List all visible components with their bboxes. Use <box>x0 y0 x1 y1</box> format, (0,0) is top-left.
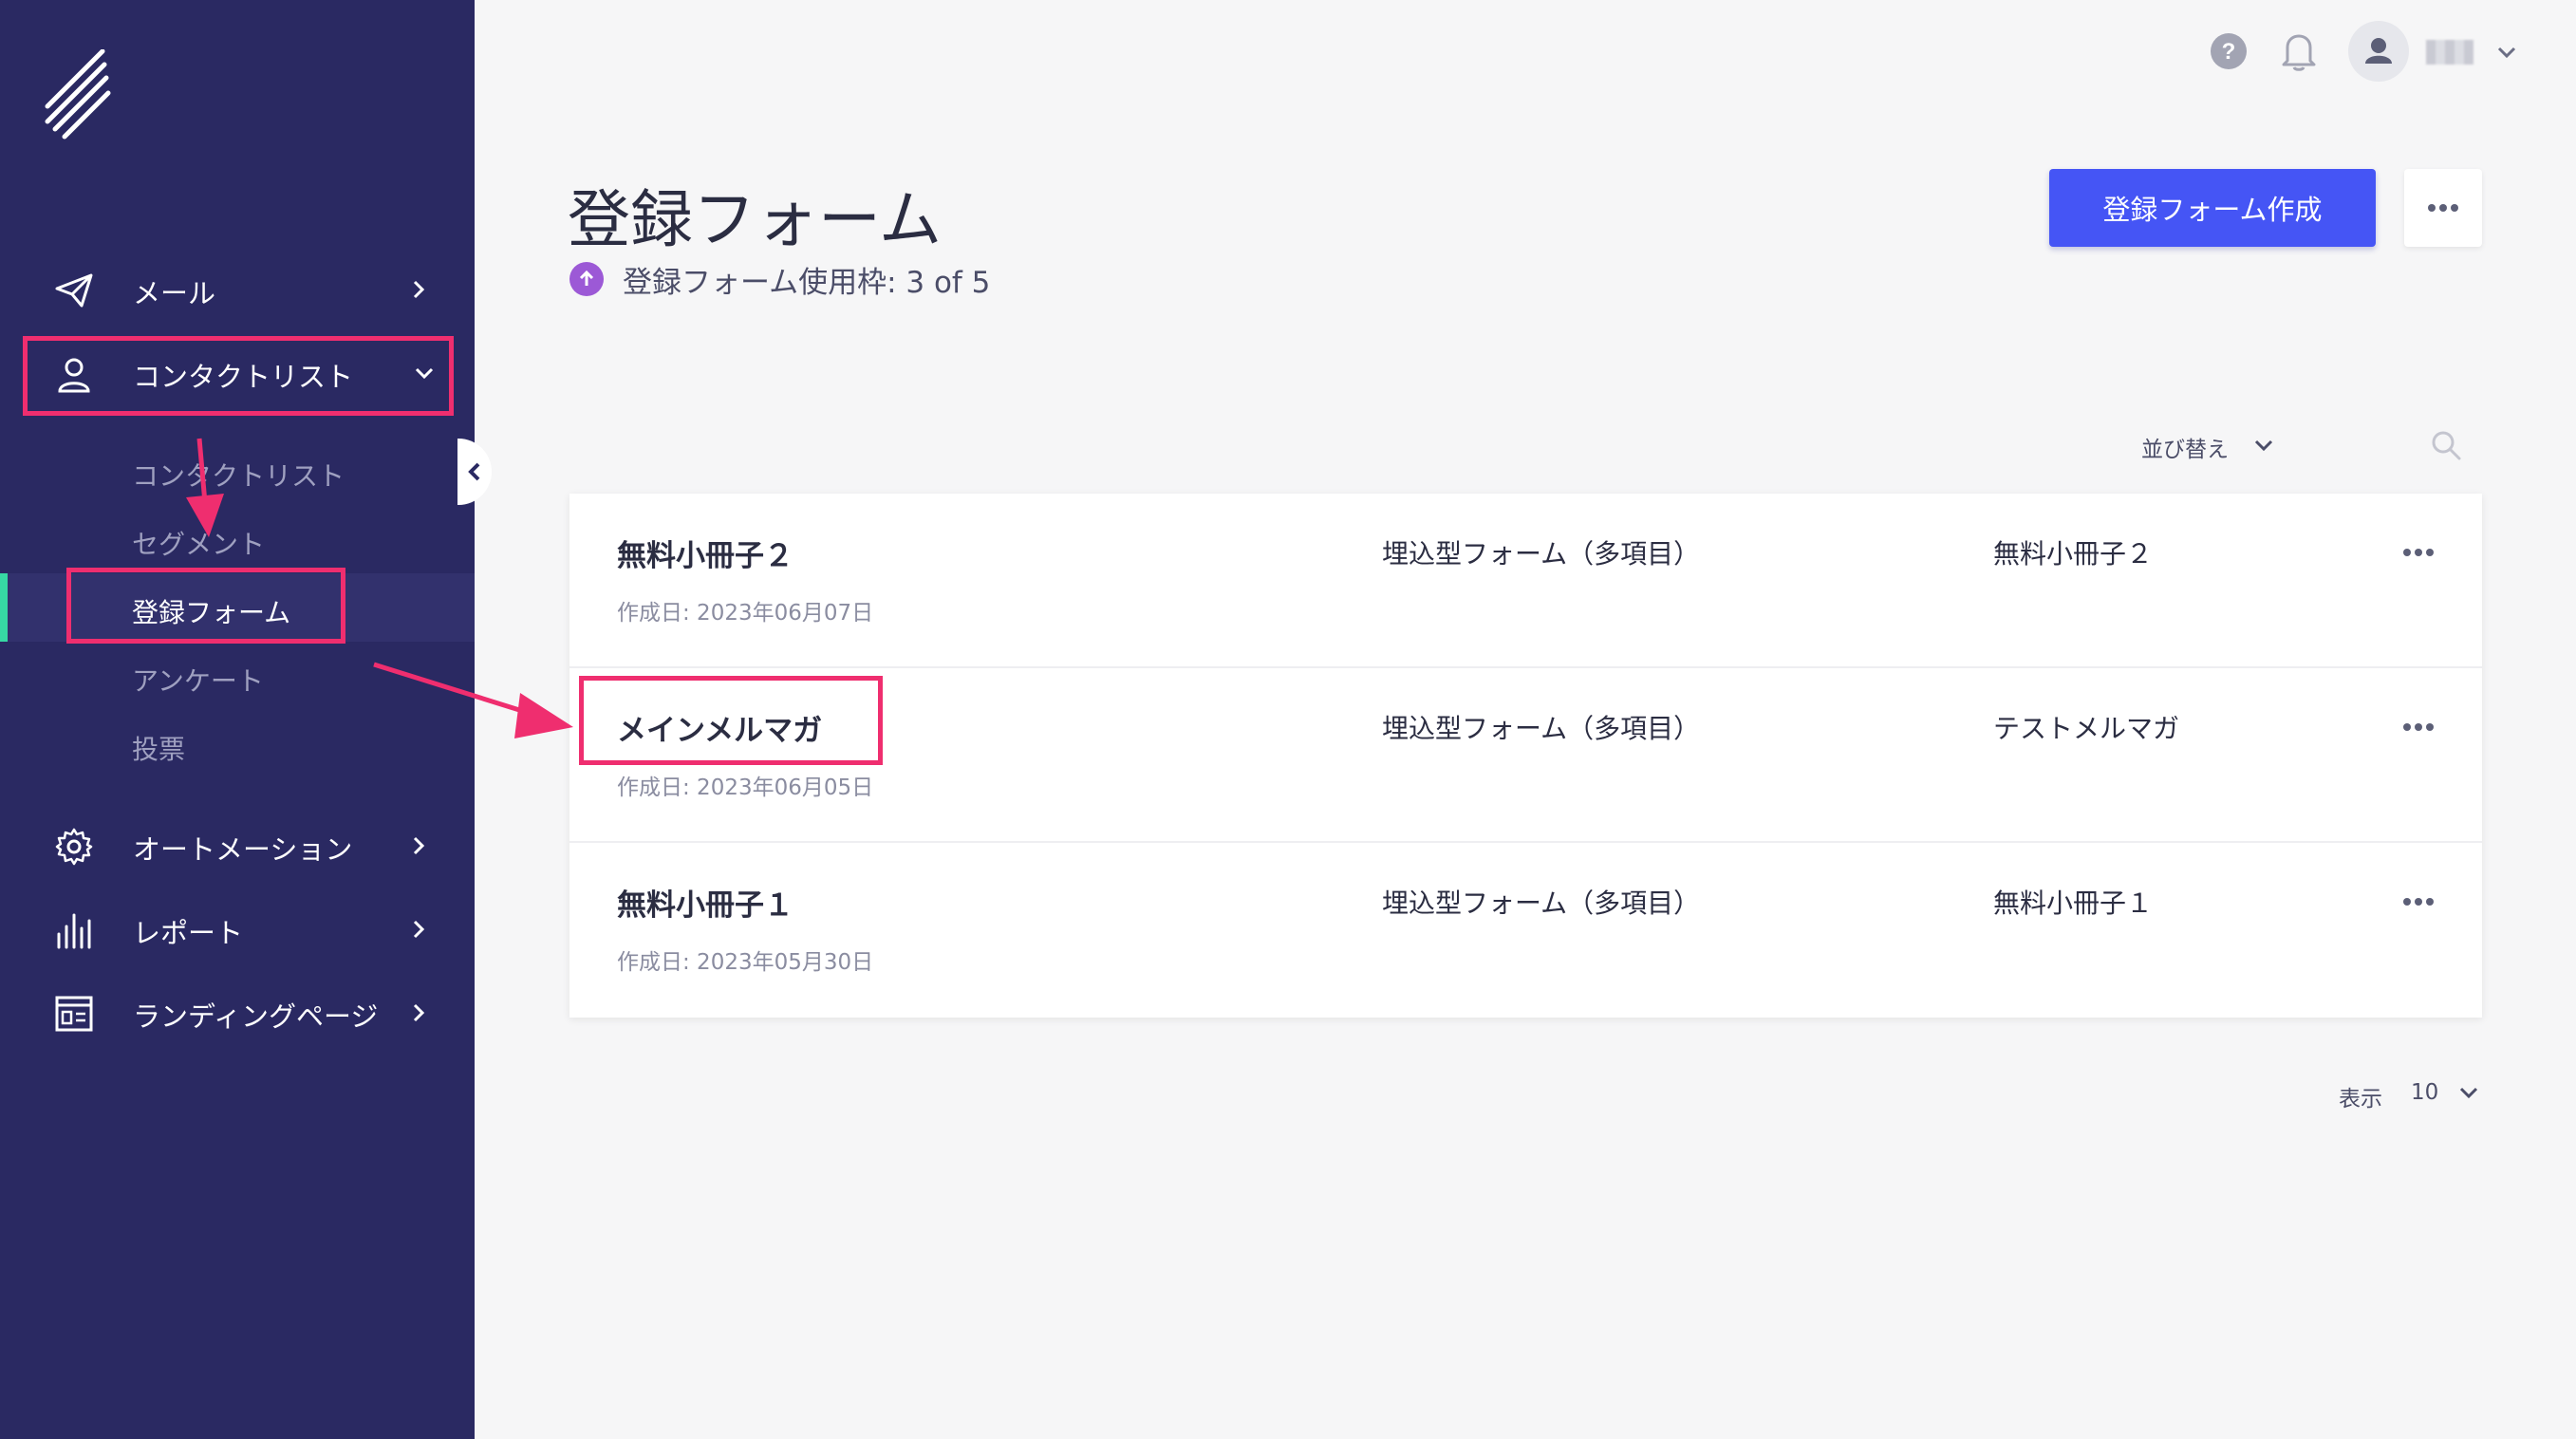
sub-label-contact-list: コンタクトリスト <box>132 460 345 492</box>
app: メール コンタクトリスト コンタクトリスト セグメント 登録フォーム アンケート… <box>0 0 2576 1439</box>
ellipsis-icon <box>2403 723 2434 731</box>
chevron-right-icon <box>413 920 425 939</box>
nav-label-landing-page: ランディングページ <box>133 1000 379 1033</box>
annotation-box-form-name <box>579 676 883 765</box>
form-name[interactable]: 無料小冊子２ <box>617 532 793 574</box>
nav-label-report: レポート <box>133 917 244 949</box>
table-row[interactable]: 無料小冊子１ 作成日: 2023年05月30日 埋込型フォーム（多項目） 無料小… <box>569 843 2482 1018</box>
landing-page-icon <box>55 996 93 1032</box>
bell-icon[interactable] <box>2280 30 2318 72</box>
user-name-redacted[interactable] <box>2426 40 2473 65</box>
nav-item-automation[interactable]: オートメーション <box>0 811 475 879</box>
sidebar-collapse-button[interactable] <box>457 439 492 505</box>
annotation-box-contact-list <box>23 336 454 416</box>
ellipsis-icon <box>2403 549 2434 556</box>
chevron-down-icon[interactable] <box>2494 40 2519 65</box>
avatar[interactable] <box>2348 21 2409 82</box>
form-list: 無料小冊子１ <box>1993 888 2154 919</box>
annotation-box-signup-form <box>66 568 345 644</box>
gear-icon <box>55 828 93 866</box>
row-more-button[interactable] <box>2398 706 2439 748</box>
form-created-date: 作成日: 2023年06月07日 <box>617 601 874 626</box>
row-more-button[interactable] <box>2398 532 2439 573</box>
sub-item-survey[interactable]: アンケート <box>0 642 475 710</box>
table-row[interactable]: 無料小冊子２ 作成日: 2023年06月07日 埋込型フォーム（多項目） 無料小… <box>569 494 2482 668</box>
search-icon[interactable] <box>2430 429 2462 461</box>
page-title: 登録フォーム <box>568 183 943 256</box>
form-created-date: 作成日: 2023年05月30日 <box>617 950 874 975</box>
sub-item-vote[interactable]: 投票 <box>0 710 475 778</box>
chevron-right-icon <box>413 836 425 855</box>
sort-button[interactable]: 並び替え <box>2141 431 2229 463</box>
sub-item-segment[interactable]: セグメント <box>0 505 475 573</box>
chevron-down-icon[interactable] <box>2251 433 2276 458</box>
user-icon <box>2365 38 2392 64</box>
sub-label-segment: セグメント <box>132 529 266 560</box>
row-more-button[interactable] <box>2398 881 2439 923</box>
sub-label-vote: 投票 <box>132 734 186 765</box>
create-form-button[interactable]: 登録フォーム作成 <box>2049 169 2376 247</box>
form-list: テストメルマガ <box>1993 713 2180 744</box>
form-created-date: 作成日: 2023年06月05日 <box>617 776 874 800</box>
nav-label-automation: オートメーション <box>133 833 353 866</box>
sub-label-survey: アンケート <box>132 665 264 697</box>
sub-item-contact-list[interactable]: コンタクトリスト <box>0 437 475 505</box>
active-indicator <box>0 573 8 642</box>
form-type: 埋込型フォーム（多項目） <box>1382 713 1701 744</box>
chevron-right-icon <box>413 280 425 299</box>
chevron-left-icon <box>468 462 480 481</box>
nav-label-mail: メール <box>133 277 216 309</box>
header-more-button[interactable] <box>2404 169 2482 247</box>
upgrade-arrow-icon[interactable] <box>569 262 604 296</box>
sidebar: メール コンタクトリスト コンタクトリスト セグメント 登録フォーム アンケート… <box>0 0 475 1439</box>
form-list: 無料小冊子２ <box>1993 538 2154 570</box>
paper-plane-icon <box>55 273 93 308</box>
form-name[interactable]: 無料小冊子１ <box>617 881 793 924</box>
per-page-select[interactable]: 10 <box>2411 1080 2438 1105</box>
logo-icon[interactable] <box>42 49 118 144</box>
nav-item-landing-page[interactable]: ランディングページ <box>0 978 475 1046</box>
bar-chart-icon <box>57 913 91 949</box>
nav-item-mail[interactable]: メール <box>0 254 475 323</box>
form-type: 埋込型フォーム（多項目） <box>1382 888 1701 919</box>
nav-item-report[interactable]: レポート <box>0 894 475 962</box>
help-icon[interactable]: ? <box>2210 32 2248 70</box>
per-page-label: 表示 <box>2339 1087 2382 1112</box>
ellipsis-icon <box>2403 898 2434 906</box>
chevron-right-icon <box>413 1003 425 1022</box>
arrow-up-icon <box>579 270 594 286</box>
ellipsis-icon <box>2428 204 2458 212</box>
form-quota: 登録フォーム使用枠: 3 of 5 <box>623 266 991 300</box>
svg-text:?: ? <box>2222 39 2236 65</box>
form-type: 埋込型フォーム（多項目） <box>1382 538 1701 570</box>
chevron-down-icon[interactable] <box>2456 1080 2481 1105</box>
